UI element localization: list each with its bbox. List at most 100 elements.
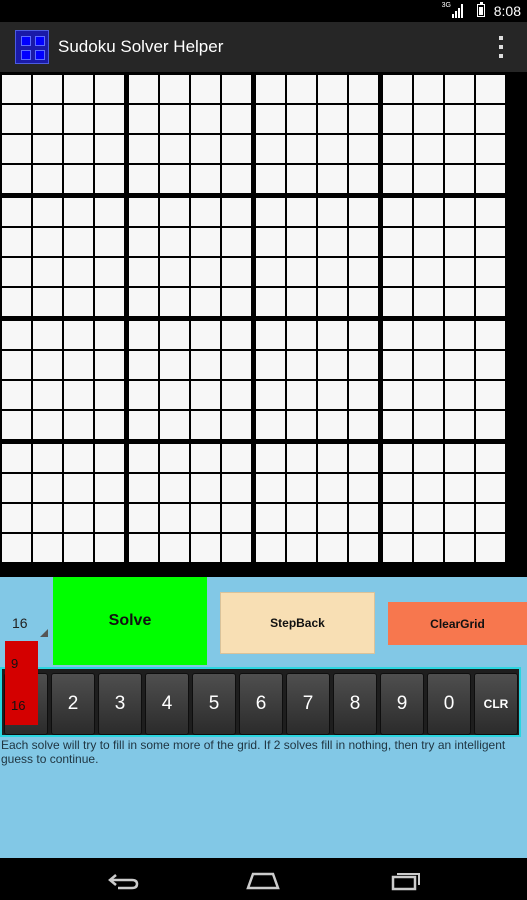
grid-cell[interactable] — [160, 258, 189, 286]
grid-cell[interactable] — [2, 288, 31, 316]
grid-cell[interactable] — [222, 75, 251, 103]
grid-cell[interactable] — [95, 258, 124, 286]
grid-cell[interactable] — [129, 165, 158, 193]
grid-cell[interactable] — [129, 288, 158, 316]
grid-cell[interactable] — [383, 444, 412, 472]
grid-cell[interactable] — [349, 504, 378, 532]
grid-cell[interactable] — [318, 198, 347, 226]
grid-cell[interactable] — [160, 351, 189, 379]
grid-cell[interactable] — [222, 351, 251, 379]
grid-cell[interactable] — [222, 105, 251, 133]
grid-cell[interactable] — [160, 228, 189, 256]
grid-cell[interactable] — [349, 288, 378, 316]
grid-cell[interactable] — [414, 135, 443, 163]
size-option-9[interactable]: 9 — [11, 656, 18, 671]
grid-cell[interactable] — [95, 105, 124, 133]
grid-cell[interactable] — [287, 444, 316, 472]
grid-cell[interactable] — [476, 258, 505, 286]
grid-cell[interactable] — [287, 474, 316, 502]
grid-cell[interactable] — [129, 411, 158, 439]
grid-cell[interactable] — [445, 288, 474, 316]
grid-cell[interactable] — [222, 504, 251, 532]
grid-cell[interactable] — [445, 321, 474, 349]
grid-cell[interactable] — [445, 258, 474, 286]
grid-cell[interactable] — [256, 228, 285, 256]
grid-cell[interactable] — [64, 135, 93, 163]
grid-cell[interactable] — [160, 444, 189, 472]
grid-cell[interactable] — [2, 228, 31, 256]
grid-cell[interactable] — [287, 411, 316, 439]
grid-cell[interactable] — [414, 165, 443, 193]
grid-cell[interactable] — [476, 135, 505, 163]
grid-cell[interactable] — [222, 258, 251, 286]
grid-cell[interactable] — [349, 351, 378, 379]
grid-cell[interactable] — [2, 75, 31, 103]
grid-cell[interactable] — [349, 198, 378, 226]
grid-cell[interactable] — [318, 381, 347, 409]
grid-cell[interactable] — [476, 321, 505, 349]
grid-cell[interactable] — [95, 165, 124, 193]
grid-cell[interactable] — [64, 444, 93, 472]
grid-cell[interactable] — [414, 444, 443, 472]
grid-cell[interactable] — [191, 534, 220, 562]
grid-cell[interactable] — [414, 474, 443, 502]
key-3[interactable]: 3 — [98, 673, 142, 735]
grid-cell[interactable] — [287, 504, 316, 532]
grid-cell[interactable] — [383, 165, 412, 193]
grid-cell[interactable] — [191, 288, 220, 316]
grid-cell[interactable] — [222, 228, 251, 256]
grid-cell[interactable] — [318, 534, 347, 562]
grid-cell[interactable] — [2, 534, 31, 562]
grid-cell[interactable] — [318, 444, 347, 472]
grid-cell[interactable] — [476, 411, 505, 439]
grid-cell[interactable] — [476, 75, 505, 103]
grid-cell[interactable] — [383, 321, 412, 349]
grid-cell[interactable] — [318, 75, 347, 103]
grid-cell[interactable] — [445, 504, 474, 532]
grid-cell[interactable] — [287, 321, 316, 349]
grid-cell[interactable] — [129, 135, 158, 163]
grid-cell[interactable] — [256, 444, 285, 472]
grid-cell[interactable] — [383, 135, 412, 163]
grid-cell[interactable] — [256, 474, 285, 502]
grid-cell[interactable] — [383, 198, 412, 226]
grid-cell[interactable] — [160, 288, 189, 316]
grid-cell[interactable] — [2, 351, 31, 379]
cleargrid-button[interactable]: ClearGrid — [388, 602, 527, 645]
grid-cell[interactable] — [256, 504, 285, 532]
grid-cell[interactable] — [256, 351, 285, 379]
grid-cell[interactable] — [287, 288, 316, 316]
grid-cell[interactable] — [256, 411, 285, 439]
grid-cell[interactable] — [318, 474, 347, 502]
grid-cell[interactable] — [383, 474, 412, 502]
grid-cell[interactable] — [191, 381, 220, 409]
grid-cell[interactable] — [129, 105, 158, 133]
grid-cell[interactable] — [256, 135, 285, 163]
key-8[interactable]: 8 — [333, 673, 377, 735]
grid-cell[interactable] — [445, 381, 474, 409]
grid-cell[interactable] — [33, 534, 62, 562]
grid-cell[interactable] — [64, 504, 93, 532]
grid-cell[interactable] — [191, 135, 220, 163]
grid-cell[interactable] — [349, 321, 378, 349]
grid-cell[interactable] — [191, 504, 220, 532]
grid-cell[interactable] — [129, 504, 158, 532]
grid-cell[interactable] — [318, 504, 347, 532]
overflow-menu-icon[interactable] — [499, 36, 505, 58]
grid-cell[interactable] — [191, 351, 220, 379]
grid-cell[interactable] — [95, 321, 124, 349]
grid-cell[interactable] — [476, 504, 505, 532]
grid-cell[interactable] — [33, 105, 62, 133]
grid-cell[interactable] — [2, 198, 31, 226]
grid-cell[interactable] — [95, 351, 124, 379]
grid-cell[interactable] — [191, 321, 220, 349]
key-5[interactable]: 5 — [192, 673, 236, 735]
grid-cell[interactable] — [191, 228, 220, 256]
grid-cell[interactable] — [64, 105, 93, 133]
grid-cell[interactable] — [160, 321, 189, 349]
key-6[interactable]: 6 — [239, 673, 283, 735]
grid-cell[interactable] — [445, 75, 474, 103]
grid-cell[interactable] — [191, 258, 220, 286]
grid-cell[interactable] — [414, 198, 443, 226]
grid-cell[interactable] — [287, 198, 316, 226]
